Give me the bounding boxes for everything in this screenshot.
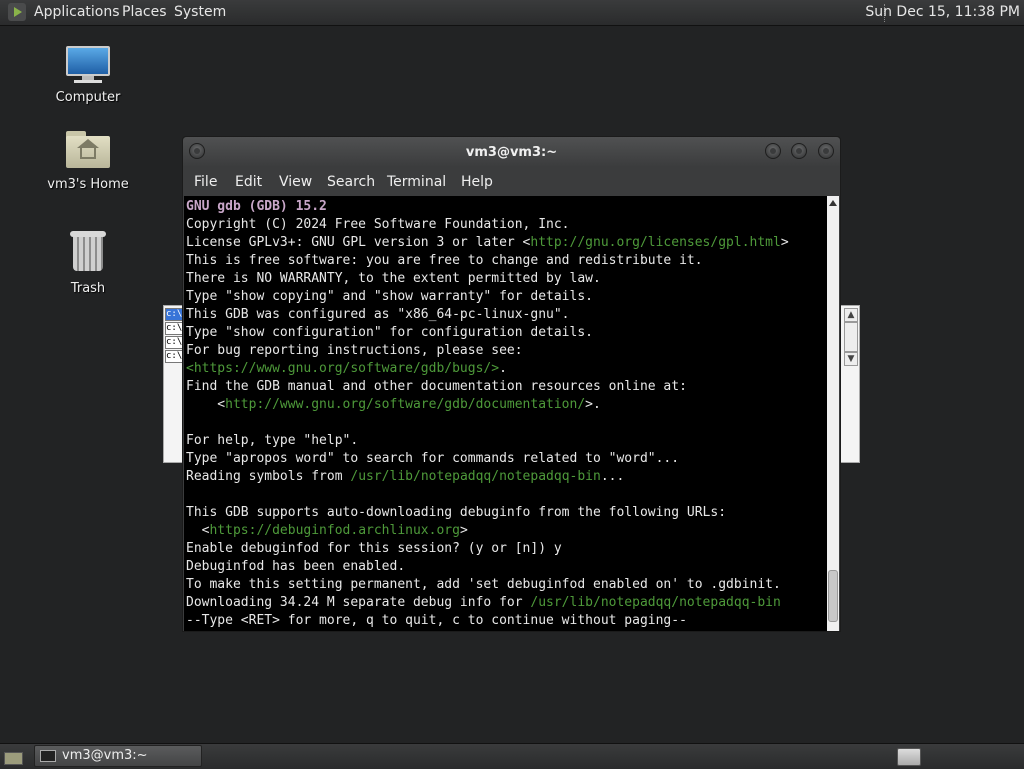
- output-text: >.: [585, 397, 601, 412]
- output-line: Reading symbols from: [186, 469, 351, 484]
- menu-search[interactable]: Search: [327, 174, 375, 190]
- computer-icon: [64, 46, 112, 83]
- downloading-path: /usr/lib/notepadqq/notepadqq-bin: [530, 595, 781, 610]
- license-link[interactable]: http://gnu.org/licenses/gpl.html: [530, 235, 780, 250]
- menu-terminal[interactable]: Terminal: [387, 174, 446, 190]
- documentation-link[interactable]: http://www.gnu.org/software/gdb/document…: [225, 397, 585, 412]
- window-title: vm3@vm3:~: [465, 145, 558, 160]
- menu-help[interactable]: Help: [461, 174, 493, 190]
- taskbar-item-terminal[interactable]: vm3@vm3:~: [34, 745, 202, 767]
- gdb-version-header: GNU gdb (GDB) 15.2: [186, 199, 327, 214]
- show-desktop-icon: [4, 752, 23, 765]
- output-line: This GDB was configured as "x86_64-pc-li…: [186, 307, 570, 322]
- applications-menu[interactable]: Applications: [34, 4, 120, 20]
- output-line: Copyright (C) 2024 Free Software Foundat…: [186, 217, 570, 232]
- paging-prompt: --Type <RET> for more, q to quit, c to c…: [186, 613, 687, 628]
- desktop-icon-computer[interactable]: Computer: [43, 46, 133, 105]
- output-line: Type "apropos word" to search for comman…: [186, 451, 680, 466]
- trash-icon: [70, 229, 106, 273]
- output-line: License GPLv3+: GNU GPL version 3 or lat…: [186, 235, 531, 250]
- output-text: .: [499, 361, 507, 376]
- system-menu[interactable]: System: [174, 4, 226, 20]
- scroll-up-icon[interactable]: ▲: [844, 308, 858, 322]
- close-button[interactable]: [818, 143, 834, 159]
- desktop-icon-label: Trash: [70, 281, 106, 296]
- workspace-switcher[interactable]: [897, 748, 921, 766]
- output-line: Debuginfod has been enabled.: [186, 559, 406, 574]
- output-line: For bug reporting instructions, please s…: [186, 343, 523, 358]
- menu-view[interactable]: View: [279, 174, 312, 190]
- output-line: Type "show configuration" for configurat…: [186, 325, 593, 340]
- maximize-button[interactable]: [791, 143, 807, 159]
- terminal-window[interactable]: vm3@vm3:~ File Edit View Search Terminal…: [182, 136, 841, 632]
- title-bar[interactable]: vm3@vm3:~: [183, 137, 840, 167]
- desktop-icon-label: vm3's Home: [47, 177, 129, 192]
- output-text: >: [780, 235, 789, 250]
- output-line: This GDB supports auto-downloading debug…: [186, 505, 727, 520]
- applications-menu-icon[interactable]: [8, 3, 26, 21]
- output-text: ...: [600, 469, 625, 484]
- terminal-scrollbar[interactable]: [827, 196, 839, 631]
- output-line: To make this setting permanent, add 'set…: [186, 577, 781, 592]
- output-line: For help, type "help".: [186, 433, 359, 448]
- home-folder-icon: [66, 129, 110, 169]
- output-line: Downloading 34.24 M separate debug info …: [186, 595, 531, 610]
- minimize-button[interactable]: [765, 143, 781, 159]
- output-line: Find the GDB manual and other documentat…: [186, 379, 687, 394]
- places-menu[interactable]: Places: [122, 4, 167, 20]
- scrollbar-thumb[interactable]: [828, 570, 838, 622]
- output-line: Type "show copying" and "show warranty" …: [186, 289, 593, 304]
- output-line: There is NO WARRANTY, to the extent perm…: [186, 271, 601, 286]
- show-desktop-button[interactable]: [3, 748, 23, 765]
- menu-bar: File Edit View Search Terminal Help: [183, 169, 840, 195]
- output-text: <: [186, 397, 226, 412]
- desktop-icon-trash[interactable]: Trash: [43, 229, 133, 296]
- bugs-link[interactable]: <https://www.gnu.org/software/gdb/bugs/>: [186, 361, 499, 376]
- terminal-icon: [40, 750, 56, 762]
- background-window-scrollbar[interactable]: ▲ ▼: [844, 308, 858, 368]
- menu-edit[interactable]: Edit: [235, 174, 262, 190]
- terminal-output[interactable]: GNU gdb (GDB) 15.2 Copyright (C) 2024 Fr…: [184, 196, 827, 631]
- clock[interactable]: Sun Dec 15, 11:38 PM: [865, 4, 1020, 20]
- output-line: Enable debuginfod for this session? (y o…: [186, 541, 562, 556]
- top-panel: Applications Places System Sun Dec 15, 1…: [0, 0, 1024, 26]
- taskbar-item-label: vm3@vm3:~: [62, 748, 148, 763]
- desktop-icon-label: Computer: [55, 90, 121, 105]
- bottom-panel: vm3@vm3:~: [0, 743, 1024, 769]
- debuginfod-link[interactable]: https://debuginfod.archlinux.org: [209, 523, 459, 538]
- desktop-icon-home[interactable]: vm3's Home: [43, 129, 133, 192]
- scroll-track[interactable]: [844, 322, 858, 352]
- menu-file[interactable]: File: [194, 174, 217, 190]
- output-line: This is free software: you are free to c…: [186, 253, 703, 268]
- scroll-up-icon[interactable]: [829, 200, 837, 206]
- output-text: <: [186, 523, 210, 538]
- output-text: >: [459, 523, 468, 538]
- scroll-down-icon[interactable]: ▼: [844, 352, 858, 366]
- reading-path: /usr/lib/notepadqq/notepadqq-bin: [350, 469, 601, 484]
